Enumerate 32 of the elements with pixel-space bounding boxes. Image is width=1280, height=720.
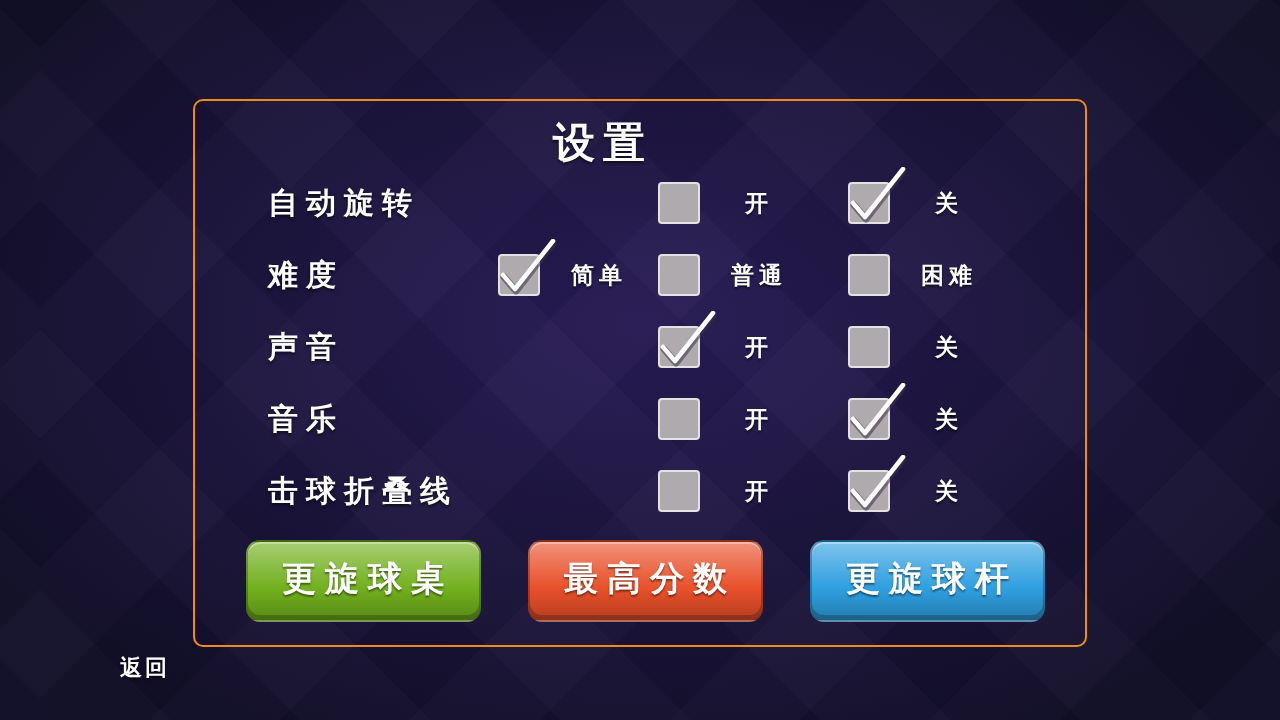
option-label: 普通 (730, 260, 788, 290)
checkbox[interactable] (658, 311, 716, 368)
back-link[interactable]: 返回 (120, 653, 170, 683)
option-label: 开 (744, 404, 774, 434)
menu-button[interactable]: 更旋球桌 (246, 540, 481, 622)
checkbox[interactable] (848, 383, 906, 440)
option-label: 关 (934, 332, 964, 362)
setting-label: 音乐 (268, 399, 344, 438)
option-label: 关 (934, 188, 964, 218)
option-label: 开 (744, 476, 774, 506)
checkbox[interactable] (848, 254, 890, 296)
setting-label: 自动旋转 (268, 183, 420, 222)
menu-button[interactable]: 最高分数 (528, 540, 763, 622)
checkbox[interactable] (658, 470, 700, 512)
option-label: 关 (934, 476, 964, 506)
checkbox[interactable] (658, 398, 700, 440)
checkbox[interactable] (848, 167, 906, 224)
checkbox[interactable] (658, 254, 700, 296)
setting-label: 击球折叠线 (268, 471, 458, 510)
panel-title: 设置 (553, 119, 653, 167)
option-label: 关 (934, 404, 964, 434)
option-label: 困难 (920, 260, 978, 290)
checkbox[interactable] (848, 326, 890, 368)
checkbox[interactable] (498, 239, 556, 296)
menu-button[interactable]: 更旋球杆 (810, 540, 1045, 622)
setting-label: 声音 (268, 327, 344, 366)
checkbox[interactable] (658, 182, 700, 224)
option-label: 简单 (570, 260, 628, 290)
option-label: 开 (744, 188, 774, 218)
option-label: 开 (744, 332, 774, 362)
checkbox[interactable] (848, 455, 906, 512)
setting-label: 难度 (268, 255, 344, 294)
